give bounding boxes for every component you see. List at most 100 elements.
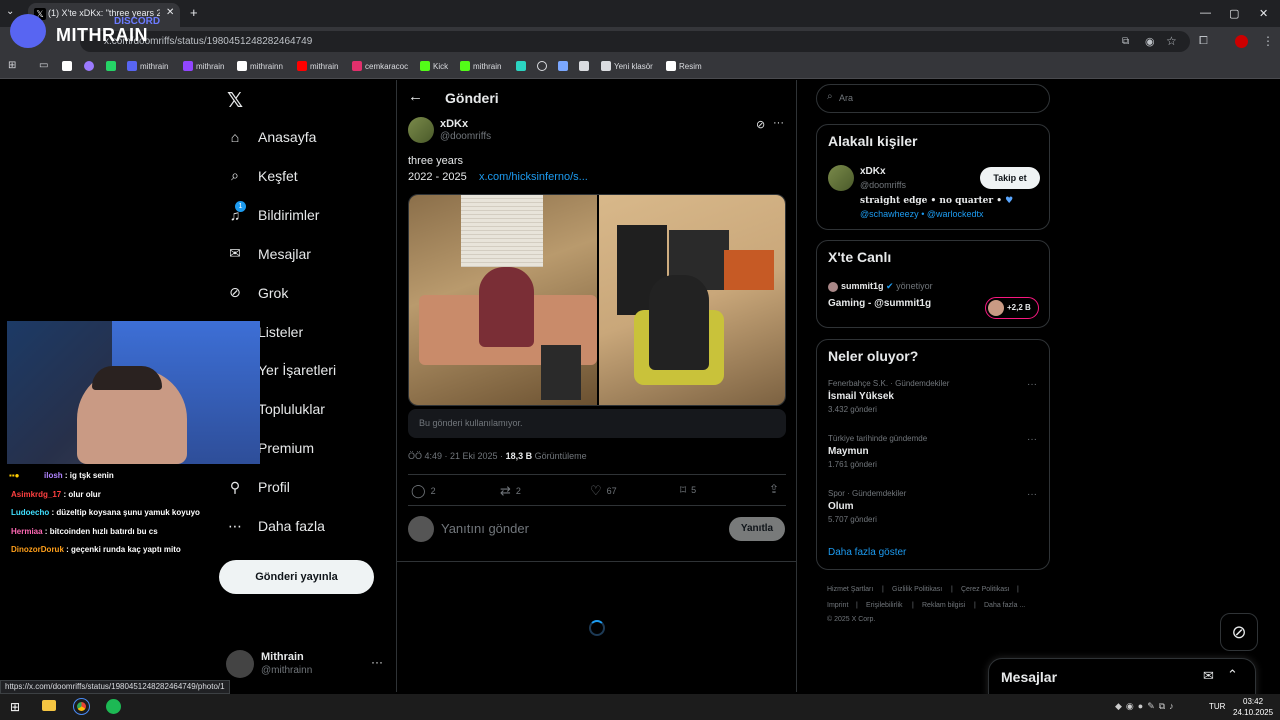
author-handle[interactable]: @doomriffs <box>440 131 491 142</box>
footer-link[interactable]: Reklam bilgisi <box>922 602 965 609</box>
trend-item[interactable]: Spor · Gündemdekiler Olum 5.707 gönderi ··· <box>828 489 1040 537</box>
post-link[interactable]: x.com/hicksinferno/s... <box>479 171 588 183</box>
bookmark-shortcut-icon[interactable] <box>579 61 589 71</box>
author-name[interactable]: xDKx <box>440 118 468 130</box>
reply-button[interactable]: Yanıtla <box>729 517 785 541</box>
bookmark-item[interactable]: Kick <box>420 61 448 71</box>
nav-item-home[interactable]: ⌂ Anasayfa <box>226 128 317 146</box>
footer-separator: | <box>912 602 914 609</box>
more-options-icon[interactable]: ··· <box>773 117 784 129</box>
footer-link[interactable]: Erişilebilirlik <box>866 602 903 609</box>
bookmark-shortcut-icon[interactable] <box>106 61 116 71</box>
extensions-icon[interactable]: ⧠ <box>1199 35 1208 48</box>
author-avatar[interactable] <box>408 117 434 143</box>
copyright: © 2025 X Corp. <box>827 616 876 623</box>
bookmark-shortcut-icon[interactable] <box>558 61 568 71</box>
star-icon[interactable]: ☆ <box>1166 34 1177 48</box>
footer-link[interactable]: Imprint <box>827 602 848 609</box>
share-icon[interactable]: ⇪ <box>769 482 779 496</box>
bookmark-shortcut-icon[interactable] <box>84 61 94 71</box>
footer-link[interactable]: Hizmet Şartları <box>827 586 873 593</box>
bookmark-item[interactable]: cemkaracoc <box>352 61 408 71</box>
apps-icon[interactable]: ⊞ <box>8 60 16 71</box>
trend-more-icon[interactable]: ··· <box>1027 434 1037 445</box>
media-photo-right[interactable] <box>599 195 785 405</box>
nav-item-grok[interactable]: ⊘ Grok <box>226 284 288 302</box>
like-action[interactable]: ♡ 67 <box>590 483 617 499</box>
live-host[interactable]: summit1g ✔ yönetiyor <box>841 281 933 292</box>
bookmark-item[interactable]: mithrain <box>127 61 168 71</box>
new-tab-icon[interactable]: + <box>190 5 198 20</box>
reply-input[interactable]: Yanıtını gönder <box>441 521 529 536</box>
language-indicator[interactable]: TUR <box>1209 702 1225 711</box>
bookmark-shortcut-icon[interactable] <box>537 61 547 71</box>
follow-button[interactable]: Takip et <box>980 167 1040 189</box>
browser-menu-icon[interactable]: ⋮ <box>1262 34 1274 48</box>
clock-time[interactable]: 03:42 <box>1243 697 1263 706</box>
install-icon[interactable]: ⧉ <box>1122 36 1129 47</box>
account-switcher[interactable]: Mithrain @mithrainn ··· <box>226 650 386 680</box>
more-icon[interactable]: ··· <box>371 655 383 669</box>
nav-item-search[interactable]: ⌕ Keşfet <box>226 167 298 185</box>
new-message-icon[interactable]: ✉ <box>1203 668 1214 684</box>
minimize-icon[interactable]: — <box>1200 7 1211 19</box>
bookmark-action[interactable]: ⌑ 5 <box>680 483 696 497</box>
bookmark-item[interactable]: Resim <box>666 61 702 71</box>
profile-avatar-icon[interactable] <box>1235 35 1248 48</box>
post-time[interactable]: ÖÖ 4:49 · 21 Eki 2025 · <box>408 451 503 461</box>
file-explorer-icon[interactable] <box>42 700 56 711</box>
divider-left <box>396 80 397 692</box>
mention-link[interactable]: @warlockedtx <box>927 209 984 219</box>
media-photo-left[interactable] <box>409 195 597 405</box>
bookmark-shortcut-icon[interactable] <box>62 61 72 71</box>
trend-more-icon[interactable]: ··· <box>1027 489 1037 500</box>
related-name[interactable]: xDKx <box>860 166 886 177</box>
show-more-link[interactable]: Daha fazla göster <box>828 547 906 558</box>
x-logo-icon[interactable]: 𝕏 <box>227 88 243 113</box>
bookmark-item[interactable]: Yeni klasör <box>601 61 653 71</box>
windows-start-icon[interactable]: ⊞ <box>10 700 20 714</box>
trend-item[interactable]: Türkiye tarihinde gündemde Maymun 1.761 gö… <box>828 434 1040 482</box>
live-listeners-badge[interactable]: +2,2 B <box>985 297 1039 319</box>
post-media[interactable] <box>408 194 786 406</box>
expand-icon[interactable]: ⌃ <box>1227 667 1238 683</box>
bookmark-shortcut-icon[interactable] <box>516 61 526 71</box>
repost-icon: ⇄ <box>500 483 511 498</box>
mention-link[interactable]: @schawheezy <box>860 209 919 219</box>
person-sitting <box>479 267 534 347</box>
nav-item-mail[interactable]: ✉ Mesajlar <box>226 245 311 263</box>
footer-link[interactable]: Daha fazla ... <box>984 602 1025 609</box>
clock-date[interactable]: 24.10.2025 <box>1233 708 1273 717</box>
trend-item[interactable]: Fenerbahçe S.K. · Gündemdekiler İsmail Yü… <box>828 379 1040 427</box>
bookmark-item[interactable]: mithrain <box>460 61 501 71</box>
grok-icon[interactable]: ⊘ <box>756 118 765 131</box>
bookmark-item[interactable]: mithrainn <box>237 61 283 71</box>
chat-text: bitcoinden hızlı batırdı bu cs <box>49 526 158 536</box>
reply-action[interactable]: ◯ 2 <box>411 483 436 499</box>
trend-more-icon[interactable]: ··· <box>1027 379 1037 390</box>
eye-off-icon[interactable]: ◉ <box>1145 35 1155 48</box>
bookmark-label: Resim <box>679 61 702 71</box>
bookmark-item[interactable]: mithrain <box>183 61 224 71</box>
close-window-icon[interactable]: ✕ <box>1259 7 1268 20</box>
reply-icon: ◯ <box>411 483 426 498</box>
restore-icon[interactable]: ▢ <box>1229 7 1239 20</box>
related-handle[interactable]: @doomriffs <box>860 180 906 190</box>
back-arrow-icon[interactable]: ← <box>408 88 423 105</box>
footer-link[interactable]: Gizlilik Politikası <box>892 586 942 593</box>
messages-drawer[interactable]: Mesajlar ✉ ⌃ <box>988 658 1256 698</box>
bookmark-item[interactable]: mithrain <box>297 61 338 71</box>
chrome-icon[interactable] <box>73 698 90 715</box>
post-button[interactable]: Gönderi yayınla <box>219 560 374 594</box>
repost-action[interactable]: ⇄ 2 <box>500 483 521 499</box>
tray-icons[interactable]: ◆◉●✎⧉♪ <box>1115 701 1178 712</box>
nav-item-bell[interactable]: ♫ 1 Bildirimler <box>226 200 319 224</box>
spotify-icon[interactable] <box>106 699 121 714</box>
live-stream-title[interactable]: Gaming - @summit1g <box>828 298 931 309</box>
search-input[interactable]: ⌕ Ara <box>816 84 1050 113</box>
related-avatar[interactable] <box>828 165 854 191</box>
grok-float-button[interactable]: ⊘ <box>1220 613 1258 651</box>
footer-link[interactable]: Çerez Politikası <box>961 586 1010 593</box>
folder-icon[interactable]: ▭ <box>39 60 48 71</box>
bookmark-label: mithrain <box>473 61 502 71</box>
